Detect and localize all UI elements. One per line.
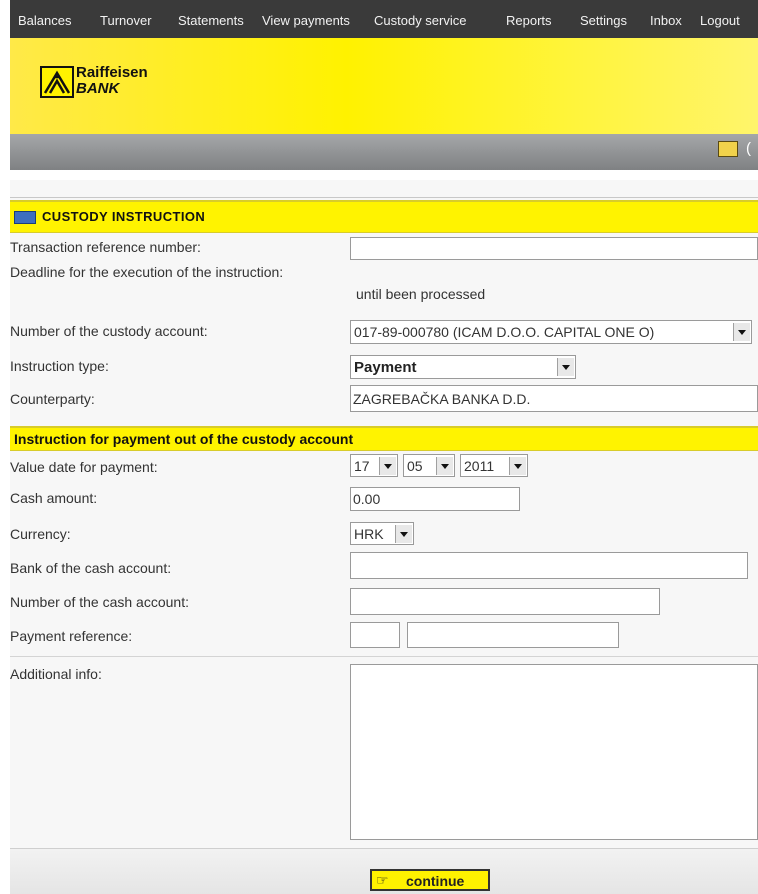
section-title: Instruction for payment out of the custo… (14, 431, 354, 447)
cash-amount-input[interactable]: 0.00 (350, 487, 520, 511)
payment-reference-label: Payment reference: (10, 628, 133, 644)
currency-select[interactable]: HRK (350, 522, 414, 545)
divider (10, 197, 758, 198)
brand-banner: Raiffeisen BANK (10, 38, 758, 134)
custody-account-select[interactable]: 017-89-000780 (ICAM D.O.O. CAPITAL ONE O… (350, 320, 752, 344)
chevron-down-icon[interactable] (379, 457, 396, 475)
value-date-month: 05 (407, 458, 423, 474)
chevron-down-icon[interactable] (395, 525, 412, 543)
nav-statements[interactable]: Statements (178, 13, 244, 28)
nav-custody-service[interactable]: Custody service (374, 13, 466, 28)
divider (10, 656, 758, 657)
payment-reference-model-input[interactable] (350, 622, 400, 648)
envelope-icon[interactable] (718, 141, 738, 157)
value-date-year-select[interactable]: 2011 (460, 454, 528, 477)
instruction-type-select[interactable]: Payment (350, 355, 576, 379)
value-date-day: 17 (354, 458, 370, 474)
value-date-month-select[interactable]: 05 (403, 454, 455, 477)
additional-info-label: Additional info: (10, 666, 102, 682)
chevron-down-icon[interactable] (733, 323, 750, 341)
custody-account-label: Number of the custody account: (10, 323, 208, 339)
value-date-day-select[interactable]: 17 (350, 454, 398, 477)
counterparty-value: ZAGREBAČKA BANKA D.D. (353, 391, 531, 407)
raiffeisen-gables-icon (40, 66, 74, 98)
deadline-label: Deadline for the execution of the instru… (10, 264, 284, 280)
top-nav: Balances Turnover Statements View paymen… (10, 0, 758, 38)
custody-form: CUSTODY INSTRUCTION Transaction referenc… (10, 180, 758, 894)
cash-account-label: Number of the cash account: (10, 594, 189, 610)
currency-label: Currency: (10, 526, 71, 542)
counterparty-input[interactable]: ZAGREBAČKA BANKA D.D. (350, 385, 758, 412)
currency-value: HRK (354, 526, 384, 542)
trn-ref-label: Transaction reference number: (10, 239, 201, 255)
payment-reference-number-input[interactable] (407, 622, 619, 648)
nav-reports[interactable]: Reports (506, 13, 552, 28)
bank-name-line2: BANK (76, 80, 120, 97)
nav-logout[interactable]: Logout (700, 13, 740, 28)
additional-info-textarea[interactable] (350, 664, 758, 840)
bank-label: Bank of the cash account: (10, 560, 172, 576)
instruction-type-label: Instruction type: (10, 358, 109, 374)
chevron-down-icon[interactable] (557, 358, 574, 376)
bank-name-line1: Raiffeisen (76, 64, 148, 81)
nav-balances[interactable]: Balances (18, 13, 71, 28)
cash-amount-value: 0.00 (353, 491, 381, 507)
bank-input[interactable] (350, 552, 748, 579)
chevron-down-icon[interactable] (509, 457, 526, 475)
chevron-down-icon[interactable] (436, 457, 453, 475)
continue-button[interactable]: ☞ continue (370, 869, 490, 891)
nav-inbox[interactable]: Inbox (650, 13, 682, 28)
counterparty-label: Counterparty: (10, 391, 95, 407)
nav-turnover[interactable]: Turnover (100, 13, 152, 28)
nav-settings[interactable]: Settings (580, 13, 627, 28)
cash-account-input[interactable] (350, 588, 660, 615)
nav-view-payments[interactable]: View payments (262, 13, 350, 28)
toolbar-text: ( (746, 140, 751, 157)
pointing-hand-icon: ☞ (376, 872, 389, 888)
continue-label: continue (406, 873, 465, 889)
deadline-value: until been processed (356, 286, 486, 302)
form-actions-bar: ☞ continue (10, 848, 758, 894)
section-title: CUSTODY INSTRUCTION (42, 209, 206, 224)
trn-ref-input[interactable] (350, 237, 758, 260)
instruction-type-value: Payment (354, 359, 417, 376)
payment-instruction-header: Instruction for payment out of the custo… (10, 426, 758, 451)
cash-amount-label: Cash amount: (10, 490, 98, 506)
value-date-year: 2011 (464, 458, 495, 474)
user-toolbar: ( (10, 134, 758, 170)
instruction-icon (14, 211, 36, 224)
custody-instruction-header: CUSTODY INSTRUCTION (10, 200, 758, 233)
value-date-label: Value date for payment: (10, 459, 158, 475)
custody-account-value: 017-89-000780 (ICAM D.O.O. CAPITAL ONE O… (354, 324, 655, 340)
